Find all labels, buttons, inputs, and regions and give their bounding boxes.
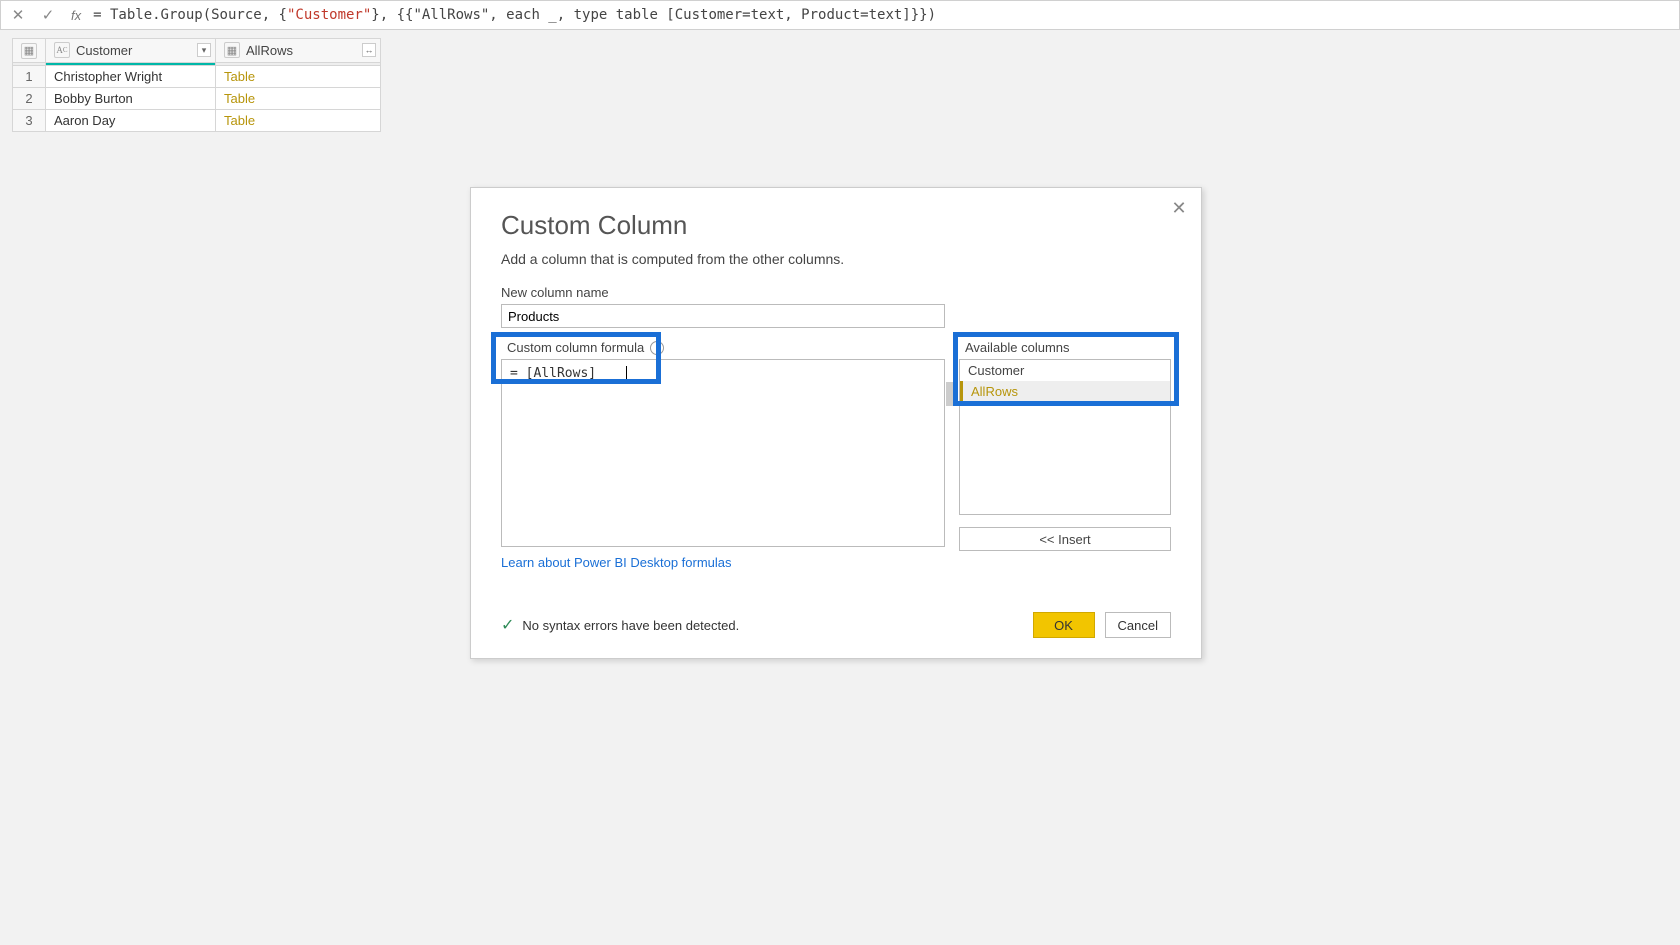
corner-cell[interactable]: ▦ xyxy=(13,39,46,63)
new-column-name-label: New column name xyxy=(501,285,1171,300)
cell-allrows[interactable]: Table xyxy=(216,87,381,109)
table-type-icon: ▦ xyxy=(224,42,240,58)
column-header-label: Customer xyxy=(76,43,132,58)
cancel-formula-icon[interactable]: ✕ xyxy=(7,4,29,26)
row-number: 2 xyxy=(13,87,46,109)
text-caret xyxy=(626,366,627,381)
chevron-down-icon[interactable]: ▾ xyxy=(197,43,211,57)
dialog-title: Custom Column xyxy=(501,210,1171,241)
formula-label: Custom column formula xyxy=(507,340,644,355)
column-header-label: AllRows xyxy=(246,43,293,58)
table-row[interactable]: 2 Bobby Burton Table xyxy=(13,87,381,109)
expand-icon[interactable]: ↔ xyxy=(362,43,376,57)
row-number: 3 xyxy=(13,109,46,131)
fx-label: fx xyxy=(67,8,85,23)
formula-content: = [AllRows] xyxy=(510,366,596,381)
cell-customer: Bobby Burton xyxy=(46,87,216,109)
formula-editor[interactable]: = [AllRows] xyxy=(501,359,945,547)
available-column-allrows[interactable]: AllRows xyxy=(960,381,1170,402)
cell-allrows[interactable]: Table xyxy=(216,109,381,131)
cell-customer: Aaron Day xyxy=(46,109,216,131)
text-type-icon: AC xyxy=(54,42,70,58)
row-number: 1 xyxy=(13,65,46,87)
available-column-customer[interactable]: Customer xyxy=(960,360,1170,381)
cell-allrows[interactable]: Table xyxy=(216,65,381,87)
available-columns-list[interactable]: Customer AllRows xyxy=(959,359,1171,515)
cancel-button[interactable]: Cancel xyxy=(1105,612,1171,638)
custom-column-dialog: ✕ Custom Column Add a column that is com… xyxy=(470,187,1202,659)
data-preview-table: ▦ AC Customer ▾ ▦ AllRows ↔ 1 Christophe… xyxy=(12,38,381,132)
formula-text[interactable]: = Table.Group(Source, {"Customer"}, {{"A… xyxy=(93,7,936,23)
new-column-name-input[interactable] xyxy=(501,304,945,328)
accept-formula-icon[interactable]: ✓ xyxy=(37,4,59,26)
table-row[interactable]: 1 Christopher Wright Table xyxy=(13,65,381,87)
close-icon[interactable]: ✕ xyxy=(1167,196,1191,220)
scrollbar[interactable] xyxy=(946,382,954,406)
learn-link[interactable]: Learn about Power BI Desktop formulas xyxy=(501,555,945,570)
check-icon: ✓ xyxy=(501,615,514,635)
cell-customer: Christopher Wright xyxy=(46,65,216,87)
table-row[interactable]: 3 Aaron Day Table xyxy=(13,109,381,131)
available-columns-label: Available columns xyxy=(965,340,1165,355)
status-text: No syntax errors have been detected. xyxy=(522,618,739,633)
column-header-customer[interactable]: AC Customer ▾ xyxy=(46,39,216,63)
ok-button[interactable]: OK xyxy=(1033,612,1095,638)
info-icon[interactable]: i xyxy=(650,341,664,355)
table-icon: ▦ xyxy=(21,43,37,59)
column-header-allrows[interactable]: ▦ AllRows ↔ xyxy=(216,39,381,63)
dialog-subtitle: Add a column that is computed from the o… xyxy=(501,251,1171,267)
insert-button[interactable]: << Insert xyxy=(959,527,1171,551)
formula-bar: ✕ ✓ fx = Table.Group(Source, {"Customer"… xyxy=(0,0,1680,30)
